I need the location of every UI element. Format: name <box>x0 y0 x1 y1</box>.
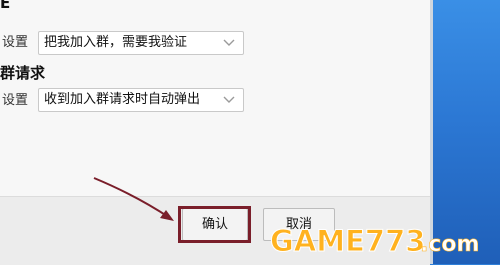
settings-dialog: E 设置 把我加入群，需要我验证 群请求 设置 收到加入群请求时自动弹出 <box>0 0 430 196</box>
watermark-logo: GAME773 .com <box>268 222 492 259</box>
group-request-select[interactable]: 收到加入群请求时自动弹出 <box>38 88 244 112</box>
setting2-label: 设置 <box>2 93 29 108</box>
svg-text:.com: .com <box>420 232 479 257</box>
chevron-down-icon <box>223 39 235 46</box>
join-group-select[interactable]: 把我加入群，需要我验证 <box>38 31 244 55</box>
setting1-label: 设置 <box>2 35 29 50</box>
highlight-box <box>178 206 251 243</box>
group-request-select-value: 收到加入群请求时自动弹出 <box>44 92 201 107</box>
group-request-heading: 群请求 <box>0 64 46 82</box>
section-heading-fragment: E <box>0 0 11 12</box>
chevron-down-icon <box>223 96 235 103</box>
join-group-select-value: 把我加入群，需要我验证 <box>44 35 188 50</box>
svg-text:GAME773: GAME773 <box>270 224 425 258</box>
